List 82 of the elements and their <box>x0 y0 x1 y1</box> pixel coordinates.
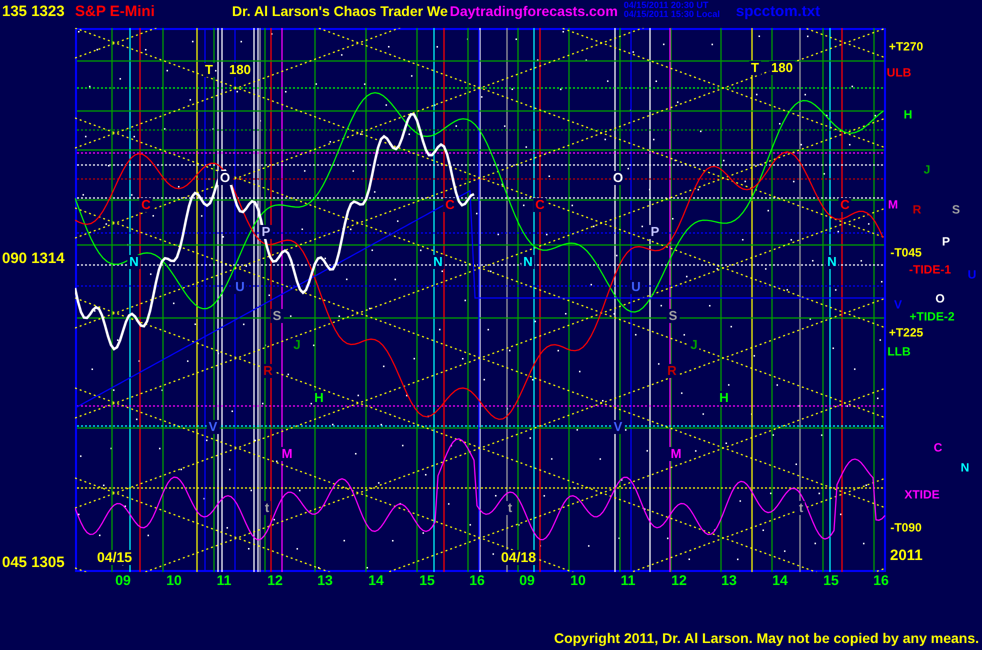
chart-title: Dr. Al Larson's Chaos Trader We <box>232 2 448 21</box>
level-label: U <box>968 268 976 282</box>
level-label: V <box>894 298 902 312</box>
chart-label: S <box>270 309 284 323</box>
level-label: ULB <box>886 66 912 80</box>
chart-label: C <box>838 198 852 212</box>
level-label: C <box>934 442 942 454</box>
level-label: LLB <box>887 346 911 358</box>
level-label: N <box>960 462 970 474</box>
level-label: -TIDE-1 <box>909 264 951 276</box>
timestamp: 04/15/2011 15:30 Local <box>624 10 720 19</box>
time-tick-label: 11 <box>620 573 636 588</box>
level-label: S <box>952 204 960 216</box>
time-tick-label: 09 <box>519 573 535 588</box>
time-tick-label: 11 <box>216 573 232 588</box>
level-label: +T270 <box>888 40 924 54</box>
website-name: Daytradingforecasts.com <box>450 2 618 21</box>
timestamp: 04/15/2011 20:30 UT <box>624 1 710 10</box>
chart-label: M <box>280 447 294 461</box>
chart-label: 180 <box>769 61 795 75</box>
time-tick-label: 16 <box>469 573 485 588</box>
date-label: 04/18 <box>499 550 538 565</box>
time-tick-label: 09 <box>115 573 131 588</box>
chart-label: C <box>533 198 547 212</box>
chart-label: O <box>218 171 232 185</box>
chart-label: S <box>666 309 680 323</box>
time-tick-label: 13 <box>721 573 737 588</box>
chart-label: t <box>262 501 272 515</box>
level-label: XTIDE <box>904 488 940 502</box>
level-label: M <box>888 198 898 212</box>
chart-label: T <box>749 61 761 75</box>
chart-label: M <box>668 447 684 461</box>
chart-label: U <box>629 280 643 294</box>
chart-label: H <box>312 391 326 405</box>
file-name: spcctom.txt <box>736 2 820 22</box>
level-label: J <box>924 164 930 176</box>
time-tick-label: 10 <box>166 573 182 588</box>
chart-label: P <box>260 225 272 239</box>
time-tick-label: 13 <box>317 573 333 588</box>
chart-label: N <box>521 255 535 269</box>
chart-label: C <box>443 198 457 212</box>
level-label: -T090 <box>890 522 922 534</box>
chart-label: O <box>610 171 626 185</box>
level-label: R <box>912 204 922 216</box>
chart-label: C <box>139 198 153 212</box>
chart-label: N <box>127 255 141 269</box>
chart-label: T <box>203 63 215 77</box>
time-tick-label: 16 <box>873 573 889 588</box>
time-tick-label: 10 <box>570 573 586 588</box>
chart-label: t <box>796 501 806 515</box>
chart-label: P <box>648 225 662 239</box>
date-label: 04/15 <box>95 550 134 565</box>
level-label: +TIDE-2 <box>910 310 954 324</box>
instrument-name: S&P E-Mini <box>75 2 156 22</box>
axis-label: 090 1314 <box>2 251 65 267</box>
level-label: H <box>904 108 912 122</box>
chart-label: V <box>206 420 220 434</box>
level-label: P <box>942 236 950 248</box>
chart-label: R <box>261 364 275 378</box>
level-label: +T225 <box>888 326 924 340</box>
chart-label: U <box>233 280 247 294</box>
time-tick-label: 12 <box>671 573 687 588</box>
time-tick-label: 14 <box>772 573 788 588</box>
chart-label: 180 <box>227 63 253 77</box>
time-tick-label: 14 <box>368 573 384 588</box>
chart-label: H <box>717 391 731 405</box>
year-label: 2011 <box>890 548 923 564</box>
time-tick-label: 15 <box>419 573 435 588</box>
chart-label: R <box>665 364 679 378</box>
axis-label: 045 1305 <box>2 555 65 571</box>
chart-label: J <box>688 338 700 352</box>
level-label: O <box>935 292 945 306</box>
level-label: -T045 <box>890 246 922 260</box>
chart-label: N <box>431 255 445 269</box>
time-tick-label: 15 <box>823 573 839 588</box>
chart-label: V <box>612 420 624 434</box>
copyright-notice: Copyright 2011, Dr. Al Larson. May not be copied by any means. <box>554 629 979 648</box>
axis-label: 135 1323 <box>2 2 66 22</box>
time-tick-label: 12 <box>267 573 283 588</box>
chart-label: N <box>825 255 839 269</box>
chart-label: t <box>506 501 514 515</box>
chart-label: J <box>291 338 303 352</box>
